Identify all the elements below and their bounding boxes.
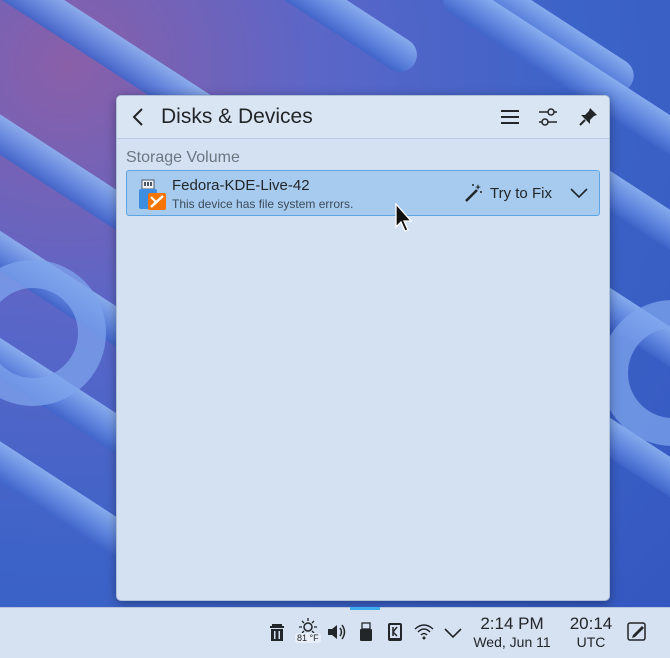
back-icon[interactable] — [127, 105, 151, 129]
disks-devices-icon[interactable] — [355, 621, 377, 643]
kde-connect-icon[interactable] — [384, 621, 406, 643]
configure-icon[interactable] — [536, 105, 560, 129]
section-title: Storage Volume — [126, 149, 240, 166]
popup-header: Disks & Devices — [117, 96, 609, 139]
usb-drive-error-icon — [139, 179, 166, 210]
weather-temperature: 81 °F — [295, 633, 321, 643]
pin-icon[interactable] — [576, 105, 600, 129]
menu-icon[interactable] — [498, 105, 522, 129]
clock-date: Wed, Jun 11 — [473, 634, 551, 650]
try-to-fix-button[interactable]: Try to Fix — [463, 181, 552, 205]
device-name: Fedora-KDE-Live-42 — [172, 177, 310, 194]
taskbar: 81 °F 2:14 PM Wed, Jun 11 20:14 UTC — [0, 607, 670, 658]
active-applet-indicator — [350, 607, 380, 610]
magic-wand-icon — [465, 184, 482, 202]
popup-title: Disks & Devices — [161, 105, 313, 128]
device-status: This device has file system errors. — [172, 197, 354, 211]
notes-icon[interactable] — [626, 620, 648, 642]
digital-clock[interactable]: 2:14 PM Wed, Jun 11 — [472, 614, 552, 650]
clock-time: 2:14 PM — [480, 614, 544, 633]
utc-clock[interactable]: 20:14 UTC — [563, 614, 619, 650]
trash-icon[interactable] — [266, 621, 288, 643]
mouse-pointer-icon — [395, 203, 413, 232]
try-to-fix-label: Try to Fix — [490, 184, 552, 202]
wifi-icon[interactable] — [413, 621, 435, 643]
device-list-item[interactable]: Fedora-KDE-Live-42 This device has file … — [126, 170, 600, 216]
chevron-down-icon[interactable] — [569, 183, 589, 203]
utc-label: UTC — [576, 634, 606, 650]
expand-tray-icon[interactable] — [442, 621, 464, 643]
disks-devices-popup: Disks & Devices Storage Volume Fedora-KD… — [116, 95, 610, 601]
volume-icon[interactable] — [325, 621, 347, 643]
utc-time: 20:14 — [569, 614, 613, 633]
